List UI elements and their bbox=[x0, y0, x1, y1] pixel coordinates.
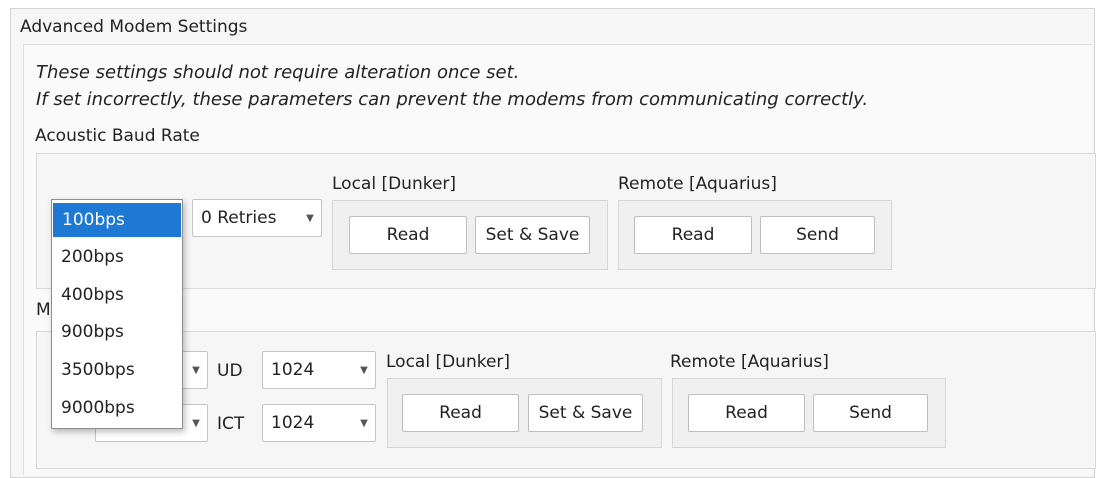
chevron-down-icon: ▼ bbox=[360, 364, 368, 376]
retries-select[interactable]: 0 Retries ▼ bbox=[192, 199, 322, 237]
baud-option-3500[interactable]: 3500bps bbox=[52, 353, 182, 387]
second-local-set-save-button[interactable]: Set & Save bbox=[528, 394, 643, 432]
description-line-2: If set incorrectly, these parameters can… bbox=[36, 89, 869, 110]
baud-rate-dropdown-list[interactable]: 100bps 200bps 400bps 900bps 3500bps 9000… bbox=[51, 199, 183, 429]
baud-option-9000[interactable]: 9000bps bbox=[52, 391, 182, 425]
acoustic-remote-label: Remote [Aquarius] bbox=[618, 174, 777, 194]
acoustic-local-label: Local [Dunker] bbox=[332, 174, 457, 194]
chevron-down-icon: ▼ bbox=[192, 417, 200, 429]
second-section-label: M bbox=[36, 300, 51, 320]
second-local-read-button[interactable]: Read bbox=[402, 394, 519, 432]
acoustic-remote-send-button[interactable]: Send bbox=[760, 216, 875, 254]
baud-option-400[interactable]: 400bps bbox=[52, 278, 182, 312]
ud-label: UD bbox=[217, 361, 243, 381]
retries-value: 0 Retries bbox=[201, 208, 277, 228]
second-local-label: Local [Dunker] bbox=[386, 352, 511, 372]
second-remote-send-button[interactable]: Send bbox=[813, 394, 928, 432]
second-remote-label: Remote [Aquarius] bbox=[670, 352, 829, 372]
baud-option-100[interactable]: 100bps bbox=[53, 203, 181, 237]
second-remote-read-button[interactable]: Read bbox=[688, 394, 805, 432]
chevron-down-icon: ▼ bbox=[192, 364, 200, 376]
acoustic-local-read-button[interactable]: Read bbox=[349, 216, 467, 254]
baud-option-200[interactable]: 200bps bbox=[52, 240, 182, 274]
acoustic-baud-rate-label: Acoustic Baud Rate bbox=[35, 126, 200, 146]
acoustic-local-set-save-button[interactable]: Set & Save bbox=[475, 216, 590, 254]
acoustic-remote-read-button[interactable]: Read bbox=[634, 216, 752, 254]
baud-option-900[interactable]: 900bps bbox=[52, 315, 182, 349]
chevron-down-icon: ▼ bbox=[360, 417, 368, 429]
ict-select[interactable]: 1024 ▼ bbox=[262, 404, 376, 442]
ict-select-value: 1024 bbox=[271, 413, 315, 433]
ud-select[interactable]: 1024 ▼ bbox=[262, 351, 376, 389]
panel-title: Advanced Modem Settings bbox=[20, 17, 248, 37]
chevron-down-icon: ▼ bbox=[306, 212, 314, 224]
description-line-1: These settings should not require altera… bbox=[36, 62, 520, 83]
ict-label: ICT bbox=[217, 414, 245, 434]
ud-select-value: 1024 bbox=[271, 360, 315, 380]
